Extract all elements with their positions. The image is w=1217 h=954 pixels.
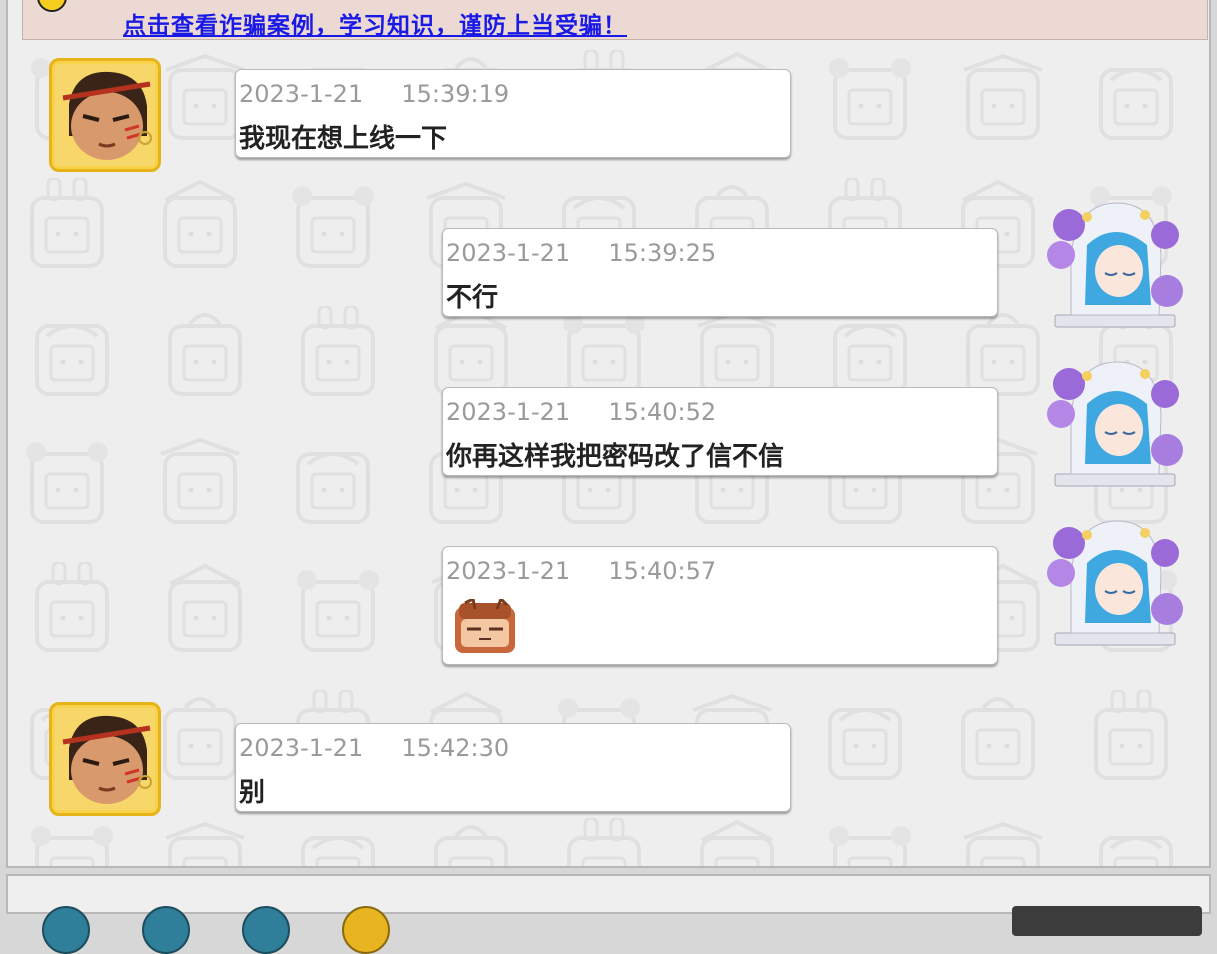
background-tile [30, 178, 104, 268]
background-tile [829, 826, 911, 866]
self-avatar[interactable] [1047, 354, 1183, 489]
background-tile [828, 708, 902, 780]
chat-window: 点击查看诈骗案例，学习知识，谨防上当受骗！ 2023-1-21 15:39:19… [6, 0, 1211, 868]
background-tile [700, 819, 774, 866]
background-tile [297, 570, 379, 652]
warrior-boy-icon [55, 708, 155, 810]
background-tile [434, 825, 508, 866]
self-avatar[interactable] [1047, 195, 1183, 330]
warning-icon [37, 0, 67, 12]
background-tile [163, 179, 237, 268]
sleepy-block-emoji-icon[interactable] [453, 599, 517, 655]
background-tile [301, 836, 375, 866]
flower-girl-icon [1047, 202, 1183, 328]
flower-girl-icon [1047, 361, 1183, 487]
anti-fraud-link[interactable]: 点击查看诈骗案例，学习知识，谨防上当受骗！ [123, 6, 627, 40]
anti-fraud-notice-bar: 点击查看诈骗案例，学习知识，谨防上当受骗！ [22, 0, 1208, 40]
background-tile [165, 821, 245, 866]
background-tile [1099, 68, 1173, 140]
input-toolbar [6, 874, 1211, 954]
message-timestamp: 2023-1-21 15:39:19 [239, 80, 510, 108]
background-tile [168, 313, 242, 396]
message-bubble[interactable]: 2023-1-21 15:42:30 别 [235, 723, 791, 812]
background-tile [301, 306, 375, 396]
background-tile [35, 324, 109, 396]
background-tile [1099, 836, 1173, 866]
message-text: 我现在想上线一下 [239, 124, 448, 154]
friend-avatar[interactable] [49, 702, 161, 816]
background-tile [963, 821, 1043, 866]
background-tile [160, 437, 240, 524]
background-tile [567, 818, 641, 866]
message-timestamp: 2023-1-21 15:40:57 [446, 557, 717, 585]
message-bubble[interactable]: 2023-1-21 15:39:19 我现在想上线一下 [235, 69, 791, 158]
voice-button[interactable] [142, 906, 190, 954]
background-tile [829, 58, 911, 140]
message-bubble[interactable]: 2023-1-21 15:40:57 [442, 546, 998, 665]
background-tile [31, 826, 113, 866]
gift-button[interactable] [342, 906, 390, 954]
message-bubble[interactable]: 2023-1-21 15:40:52 你再这样我把密码改了信不信 [442, 387, 998, 476]
image-button[interactable] [242, 906, 290, 954]
background-tile [1094, 690, 1168, 780]
message-bubble[interactable]: 2023-1-21 15:39:25 不行 [442, 228, 998, 317]
background-tile [296, 452, 370, 524]
background-tile [168, 563, 242, 652]
background-tile [163, 697, 237, 780]
chat-history[interactable]: 2023-1-21 15:39:19 我现在想上线一下 2023-1-21 15… [22, 40, 1208, 866]
background-tile [961, 697, 1035, 780]
background-tile [292, 186, 374, 268]
friend-avatar[interactable] [49, 58, 161, 172]
message-timestamp: 2023-1-21 15:42:30 [239, 734, 510, 762]
message-timestamp: 2023-1-21 15:39:25 [446, 239, 717, 267]
send-button[interactable] [1012, 906, 1202, 936]
background-tile [35, 562, 109, 652]
emoji-button[interactable] [42, 906, 90, 954]
message-text: 别 [239, 778, 266, 808]
message-text: 不行 [446, 283, 499, 313]
flower-girl-icon [1047, 520, 1183, 646]
message-timestamp: 2023-1-21 15:40:52 [446, 398, 717, 426]
self-avatar[interactable] [1047, 513, 1183, 648]
warrior-boy-icon [55, 64, 155, 166]
background-tile [963, 53, 1043, 140]
message-text: 你再这样我把密码改了信不信 [446, 442, 785, 472]
background-tile [26, 442, 108, 524]
